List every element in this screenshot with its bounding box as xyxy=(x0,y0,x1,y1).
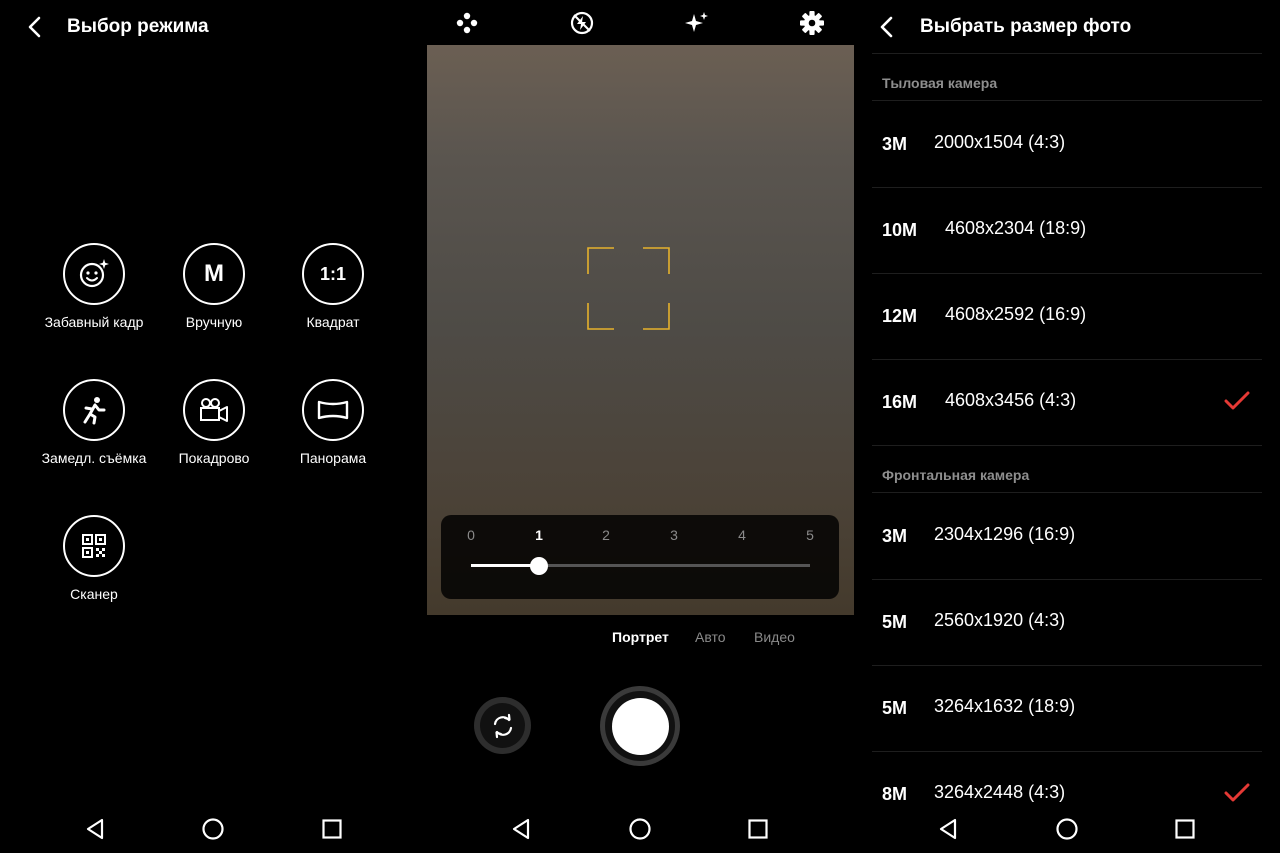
tab-video[interactable]: Видео xyxy=(754,629,795,645)
home-circle-icon[interactable] xyxy=(1054,816,1080,842)
megapixels: 16M xyxy=(882,392,918,412)
zoom-slider-thumb[interactable] xyxy=(529,556,548,575)
resolution: 2000x1504 (4:3) xyxy=(934,132,1066,152)
mode-label: Замедл. съёмка xyxy=(41,450,147,466)
photo-size-screen: Выбрать размер фото Тыловая камера 3M 20… xyxy=(854,0,1280,853)
system-navbar xyxy=(854,808,1280,848)
photo-size-row[interactable]: 3M 2000x1504 (4:3) xyxy=(872,101,1262,187)
mode-select-header: Выбор режима xyxy=(0,0,427,54)
mode-label: Покадрово xyxy=(178,450,250,466)
shutter-button[interactable] xyxy=(600,686,680,766)
photo-size-row[interactable]: 12M 4608x2592 (16:9) xyxy=(872,273,1262,359)
mode-label: Забавный кадр xyxy=(44,314,144,330)
movie-camera-icon xyxy=(183,379,245,441)
filter-dots-icon[interactable] xyxy=(454,10,480,36)
checkmark-icon xyxy=(1224,783,1250,802)
resolution: 4608x2592 (16:9) xyxy=(945,304,1087,324)
resolution: 3264x1632 (18:9) xyxy=(934,696,1076,716)
zoom-track-fill xyxy=(471,564,539,567)
camera-viewfinder[interactable]: 0 1 2 3 4 5 xyxy=(427,45,854,615)
megapixels: 3M xyxy=(882,526,908,546)
focus-frame-icon xyxy=(587,247,670,330)
mode-panorama[interactable]: Панорама xyxy=(273,379,393,466)
recents-square-icon[interactable] xyxy=(745,816,771,842)
photo-size-row[interactable]: 10M 4608x2304 (18:9) xyxy=(872,187,1262,273)
camera-screen: 0 1 2 3 4 5 Портрет Авто Видео xyxy=(427,0,854,853)
megapixels: 10M xyxy=(882,220,918,240)
megapixels: 3M xyxy=(882,134,908,154)
resolution: 2560x1920 (4:3) xyxy=(934,610,1066,630)
smiley-sparkle-icon xyxy=(63,243,125,305)
photo-size-row[interactable]: 5M 3264x1632 (18:9) xyxy=(872,665,1262,751)
zoom-tick-3: 3 xyxy=(670,527,678,543)
mode-manual[interactable]: M Вручную xyxy=(154,243,274,330)
back-triangle-icon[interactable] xyxy=(936,816,962,842)
mode-label: Вручную xyxy=(185,314,243,330)
tab-auto[interactable]: Авто xyxy=(695,629,726,645)
back-triangle-icon[interactable] xyxy=(509,816,535,842)
qr-code-icon xyxy=(63,515,125,577)
zoom-tick-4: 4 xyxy=(738,527,746,543)
system-navbar xyxy=(0,808,427,848)
settings-gear-icon[interactable] xyxy=(799,10,825,36)
mode-stop-motion[interactable]: Покадрово xyxy=(154,379,274,466)
panorama-icon xyxy=(302,379,364,441)
switch-camera-icon xyxy=(480,703,525,748)
mode-select-screen: Выбор режима Забавный кадр M Вручную 1:1… xyxy=(0,0,427,853)
page-title: Выбрать размер фото xyxy=(920,16,1132,37)
switch-camera-button[interactable] xyxy=(474,697,531,754)
back-arrow-icon[interactable] xyxy=(876,15,898,39)
section-rear-camera: Тыловая камера xyxy=(882,75,998,91)
flash-auto-icon[interactable] xyxy=(569,10,595,36)
megapixels: 5M xyxy=(882,698,908,718)
mode-slow-motion[interactable]: Замедл. съёмка xyxy=(34,379,154,466)
photo-size-row-selected[interactable]: 16M 4608x3456 (4:3) xyxy=(872,359,1262,445)
mode-label: Квадрат xyxy=(306,314,360,330)
photo-size-row[interactable]: 5M 2560x1920 (4:3) xyxy=(872,579,1262,665)
photo-size-header: Выбрать размер фото xyxy=(854,0,1280,54)
zoom-tick-2: 2 xyxy=(602,527,610,543)
recents-square-icon[interactable] xyxy=(1172,816,1198,842)
recents-square-icon[interactable] xyxy=(319,816,345,842)
divider xyxy=(872,53,1262,54)
resolution: 3264x2448 (4:3) xyxy=(934,782,1066,802)
zoom-slider-panel: 0 1 2 3 4 5 xyxy=(441,515,839,599)
mode-label: Панорама xyxy=(299,450,367,466)
zoom-tick-5: 5 xyxy=(806,527,814,543)
megapixels: 8M xyxy=(882,784,908,804)
home-circle-icon[interactable] xyxy=(627,816,653,842)
mode-fun-shot[interactable]: Забавный кадр xyxy=(34,243,154,330)
running-person-icon xyxy=(63,379,125,441)
megapixels: 12M xyxy=(882,306,918,326)
mode-square[interactable]: 1:1 Квадрат xyxy=(273,243,393,330)
divider xyxy=(872,445,1262,446)
megapixels: 5M xyxy=(882,612,908,632)
page-title: Выбор режима xyxy=(67,16,209,37)
mode-scanner[interactable]: Сканер xyxy=(34,515,154,602)
mode-label: Сканер xyxy=(70,586,118,602)
capture-mode-tabs: Портрет Авто Видео xyxy=(427,629,854,649)
resolution: 2304x1296 (16:9) xyxy=(934,524,1076,544)
back-triangle-icon[interactable] xyxy=(83,816,109,842)
section-front-camera: Фронтальная камера xyxy=(882,467,1030,483)
zoom-track[interactable] xyxy=(471,556,810,575)
home-circle-icon[interactable] xyxy=(200,816,226,842)
system-navbar xyxy=(427,808,854,848)
zoom-tick-1: 1 xyxy=(535,527,543,543)
manual-m-icon: M xyxy=(183,243,245,305)
shutter-ring xyxy=(605,691,675,761)
zoom-tick-0: 0 xyxy=(467,527,475,543)
resolution: 4608x3456 (4:3) xyxy=(945,390,1077,410)
beauty-sparkle-icon[interactable] xyxy=(684,10,710,36)
checkmark-icon xyxy=(1224,391,1250,410)
back-arrow-icon[interactable] xyxy=(24,15,46,39)
photo-size-row[interactable]: 3M 2304x1296 (16:9) xyxy=(872,493,1262,579)
tab-portrait[interactable]: Портрет xyxy=(612,629,669,645)
camera-toolbar xyxy=(427,0,854,45)
resolution: 4608x2304 (18:9) xyxy=(945,218,1087,238)
shutter-core xyxy=(611,697,669,755)
square-ratio-icon: 1:1 xyxy=(302,243,364,305)
